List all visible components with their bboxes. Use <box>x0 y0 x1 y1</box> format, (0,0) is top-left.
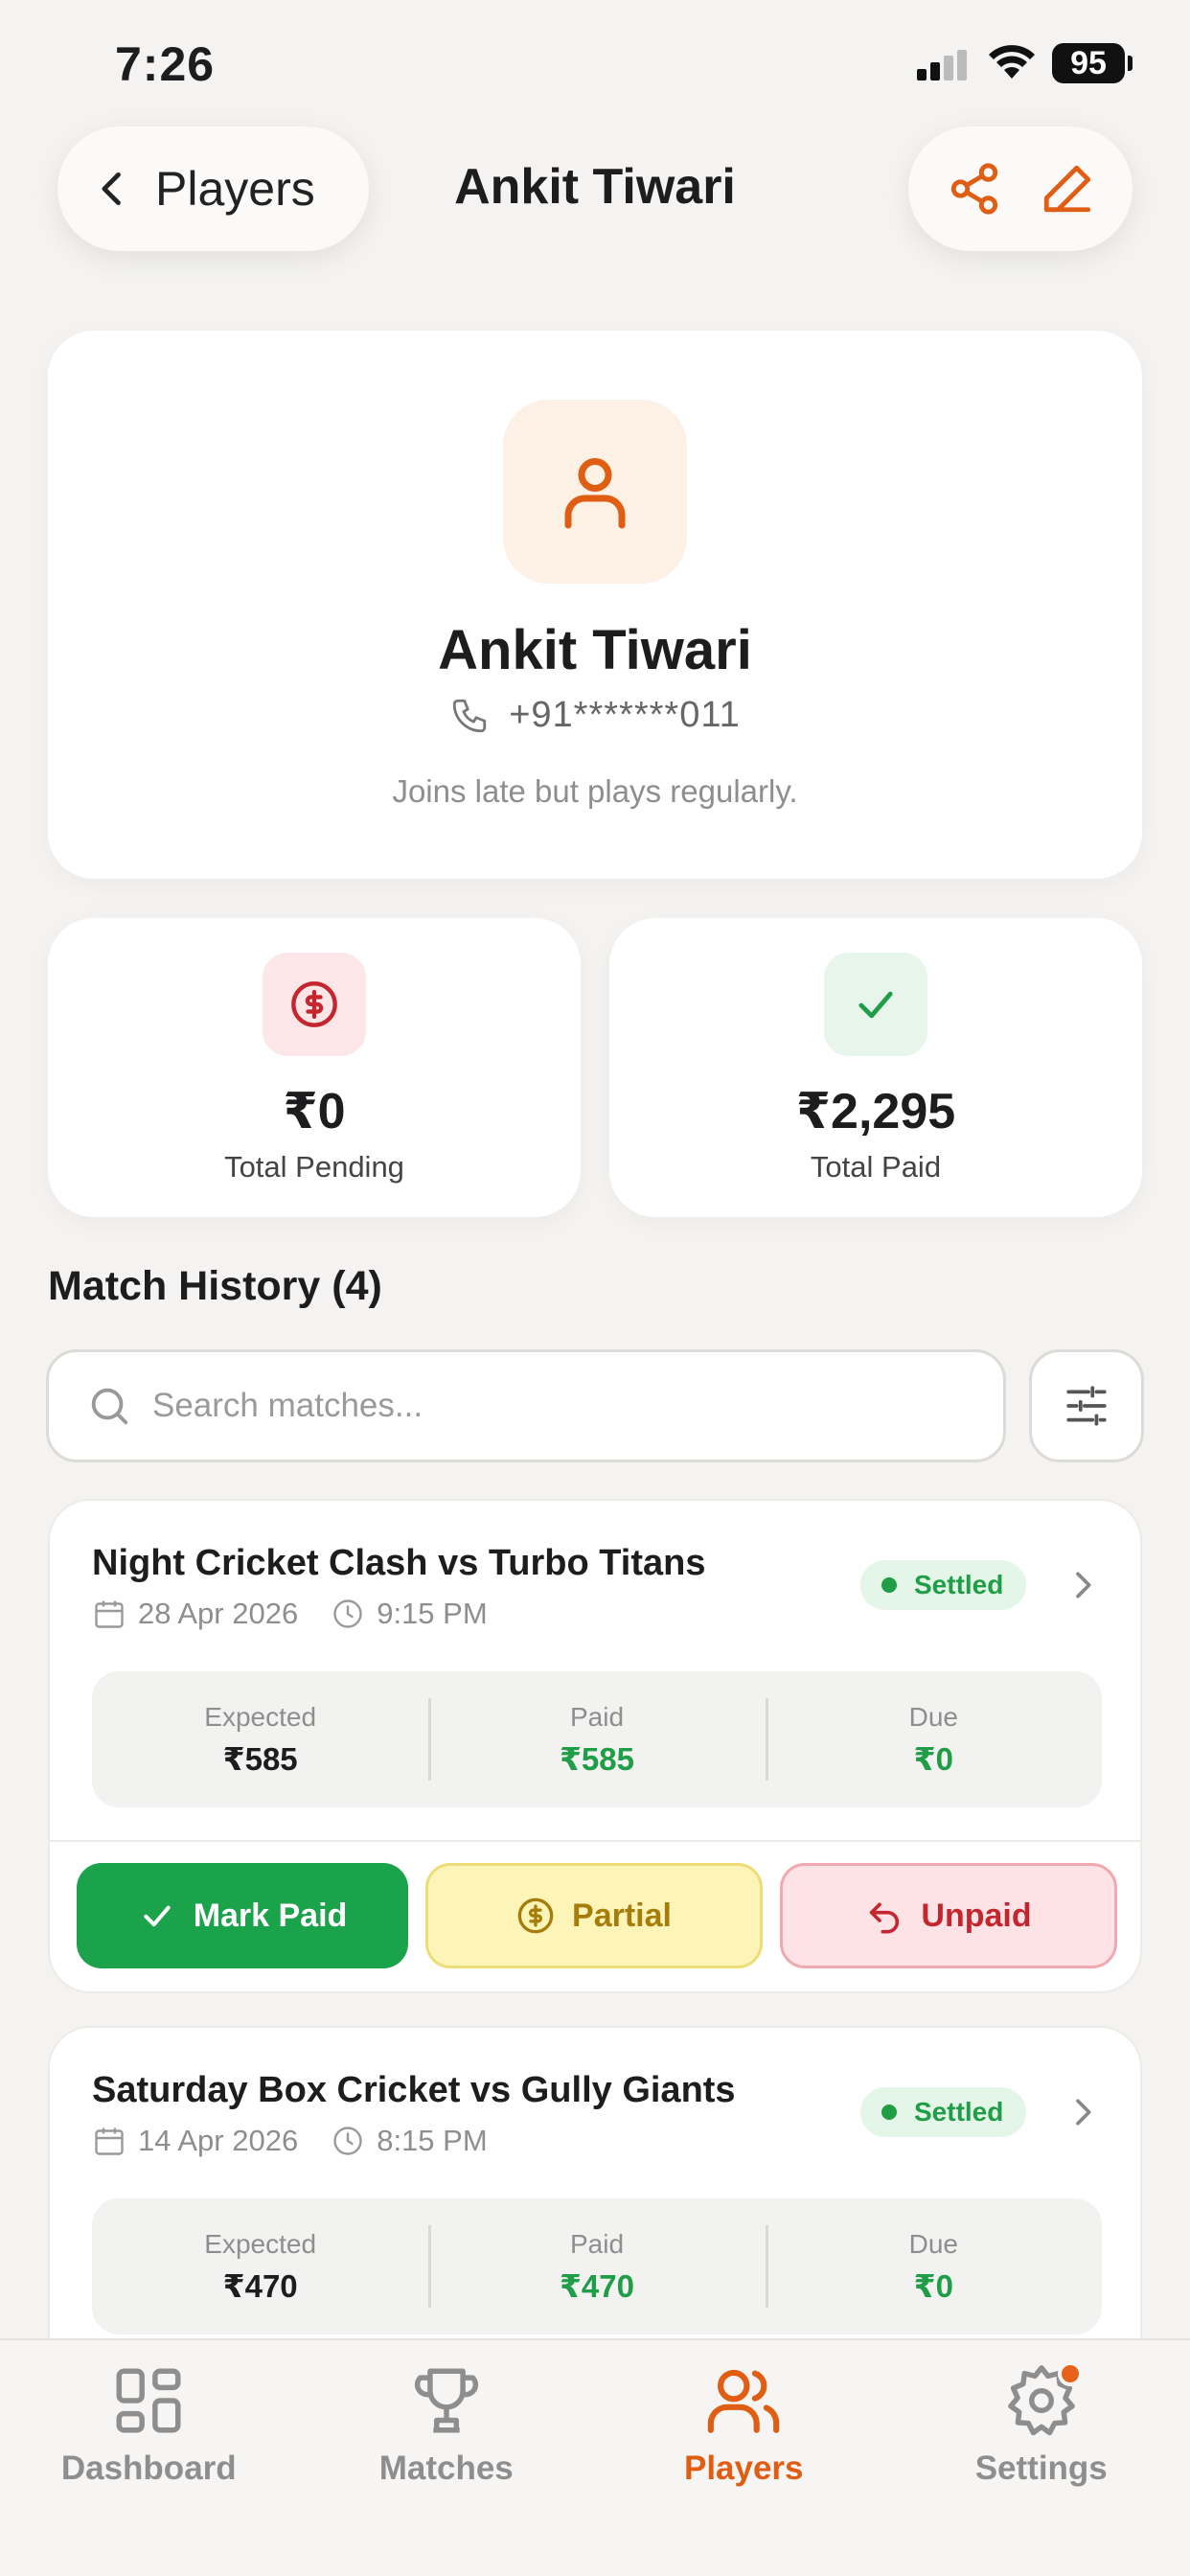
status-badge: Settled <box>860 2087 1027 2137</box>
due-value: ₹0 <box>913 1740 953 1777</box>
match-title: Night Cricket Clash vs Turbo Titans <box>92 1543 706 1583</box>
tab-settings[interactable]: Settings <box>893 2340 1190 2576</box>
cellular-signal-icon <box>917 50 967 80</box>
match-date: 28 Apr 2026 <box>138 1597 299 1630</box>
match-time: 9:15 PM <box>377 1597 488 1630</box>
player-phone: +91*******011 <box>509 695 741 735</box>
status-text: Settled <box>914 2097 1004 2127</box>
tab-dashboard[interactable]: Dashboard <box>0 2340 298 2576</box>
avatar <box>503 400 687 584</box>
check-icon <box>858 991 893 1019</box>
battery-indicator: 95 <box>1052 43 1125 83</box>
tab-label: Matches <box>378 2450 514 2487</box>
phone-row: +91*******011 <box>48 695 1142 736</box>
due-label: Due <box>908 2228 958 2259</box>
expected-amount: Expected ₹470 <box>92 2198 428 2334</box>
expected-amount: Expected ₹585 <box>92 1671 428 1807</box>
status-bar: 7:26 95 <box>0 0 1190 125</box>
search-icon <box>91 1388 128 1425</box>
partial-label: Partial <box>572 1897 672 1934</box>
sliders-icon <box>1066 1386 1107 1426</box>
unpaid-button[interactable]: Unpaid <box>780 1863 1117 1968</box>
mark-paid-label: Mark Paid <box>193 1897 348 1934</box>
trophy-icon <box>414 2368 478 2433</box>
tab-matches[interactable]: Matches <box>298 2340 596 2576</box>
search-input[interactable] <box>152 1387 976 1425</box>
match-card[interactable]: Night Cricket Clash vs Turbo Titans 28 A… <box>48 1499 1142 1993</box>
search-box[interactable] <box>46 1349 1006 1462</box>
total-paid-card: ₹2,295 Total Paid <box>609 918 1142 1217</box>
expected-label: Expected <box>204 1701 317 1732</box>
total-pending-label: Total Pending <box>224 1150 404 1184</box>
expected-label: Expected <box>204 2228 317 2259</box>
due-value: ₹0 <box>913 2267 953 2304</box>
total-pending-value: ₹0 <box>283 1084 346 1139</box>
status-dot <box>881 2104 897 2120</box>
undo-icon <box>870 1902 900 1934</box>
clock-icon <box>333 1599 362 1628</box>
tab-players[interactable]: Players <box>595 2340 893 2576</box>
calendar-icon <box>95 2128 124 2155</box>
check-icon <box>144 1905 171 1927</box>
wifi-icon <box>989 45 1035 79</box>
status-text: Settled <box>914 1570 1004 1599</box>
tab-label: Dashboard <box>60 2450 237 2487</box>
chevron-right-icon[interactable] <box>1064 2093 1102 2131</box>
status-time: 7:26 <box>115 37 216 91</box>
expected-value: ₹470 <box>222 2267 298 2304</box>
user-icon <box>564 458 626 529</box>
paid-value: ₹585 <box>559 1740 634 1777</box>
status-dot <box>881 1577 897 1593</box>
paid-value: ₹470 <box>559 2267 634 2304</box>
mark-paid-button[interactable]: Mark Paid <box>77 1863 408 1968</box>
notification-dot <box>1057 2361 1083 2386</box>
filter-button[interactable] <box>1029 1349 1144 1462</box>
unpaid-label: Unpaid <box>921 1897 1032 1934</box>
paid-amount: Paid ₹585 <box>428 1671 765 1807</box>
match-title: Saturday Box Cricket vs Gully Giants <box>92 2070 736 2110</box>
total-paid-value: ₹2,295 <box>795 1084 956 1139</box>
tab-label: Settings <box>974 2450 1108 2487</box>
player-note: Joins late but plays regularly. <box>392 773 798 809</box>
paid-amount: Paid ₹470 <box>428 2198 765 2334</box>
battery-tip <box>1128 56 1133 71</box>
dashboard-icon <box>116 2368 181 2433</box>
tab-bar: Dashboard Matches Players Settings <box>0 2338 1190 2576</box>
amounts-summary: Expected ₹585 Paid ₹585 Due ₹0 <box>92 1671 1102 1807</box>
edit-pencil-icon[interactable] <box>1040 161 1095 217</box>
tab-label: Players <box>683 2450 804 2487</box>
pending-icon-box <box>263 953 366 1056</box>
due-amount: Due ₹0 <box>765 1671 1102 1807</box>
total-pending-card: ₹0 Total Pending <box>48 918 581 1217</box>
due-label: Due <box>908 1701 958 1732</box>
match-date: 14 Apr 2026 <box>138 2124 299 2157</box>
player-name: Ankit Tiwari <box>438 619 752 681</box>
match-time: 8:15 PM <box>377 2124 488 2157</box>
dollar-circle-icon <box>291 981 337 1027</box>
amounts-summary: Expected ₹470 Paid ₹470 Due ₹0 <box>92 2198 1102 2334</box>
dollar-circle-icon <box>517 1898 554 1934</box>
header-actions <box>908 126 1133 251</box>
chevron-right-icon[interactable] <box>1064 1566 1102 1604</box>
due-amount: Due ₹0 <box>765 2198 1102 2334</box>
paid-label: Paid <box>569 2228 625 2259</box>
paid-icon-box <box>824 953 927 1056</box>
users-icon <box>708 2369 780 2433</box>
total-paid-label: Total Paid <box>810 1150 942 1184</box>
share-icon[interactable] <box>947 161 1002 217</box>
clock-icon <box>333 2127 362 2155</box>
partial-button[interactable]: Partial <box>425 1863 763 1968</box>
paid-label: Paid <box>569 1701 625 1732</box>
match-meta: 28 Apr 2026 9:15 PM <box>92 1597 488 1631</box>
match-history-title: Match History (4) <box>48 1263 382 1309</box>
phone-icon <box>453 699 487 732</box>
match-meta: 14 Apr 2026 8:15 PM <box>92 2124 488 2158</box>
profile-card: Ankit Tiwari +91*******011 Joins late bu… <box>48 331 1142 879</box>
calendar-icon <box>95 1600 124 1628</box>
payment-actions: Mark Paid Partial Unpaid <box>77 1863 1117 1968</box>
status-badge: Settled <box>860 1560 1027 1610</box>
divider <box>50 1840 1140 1842</box>
expected-value: ₹585 <box>222 1740 298 1777</box>
